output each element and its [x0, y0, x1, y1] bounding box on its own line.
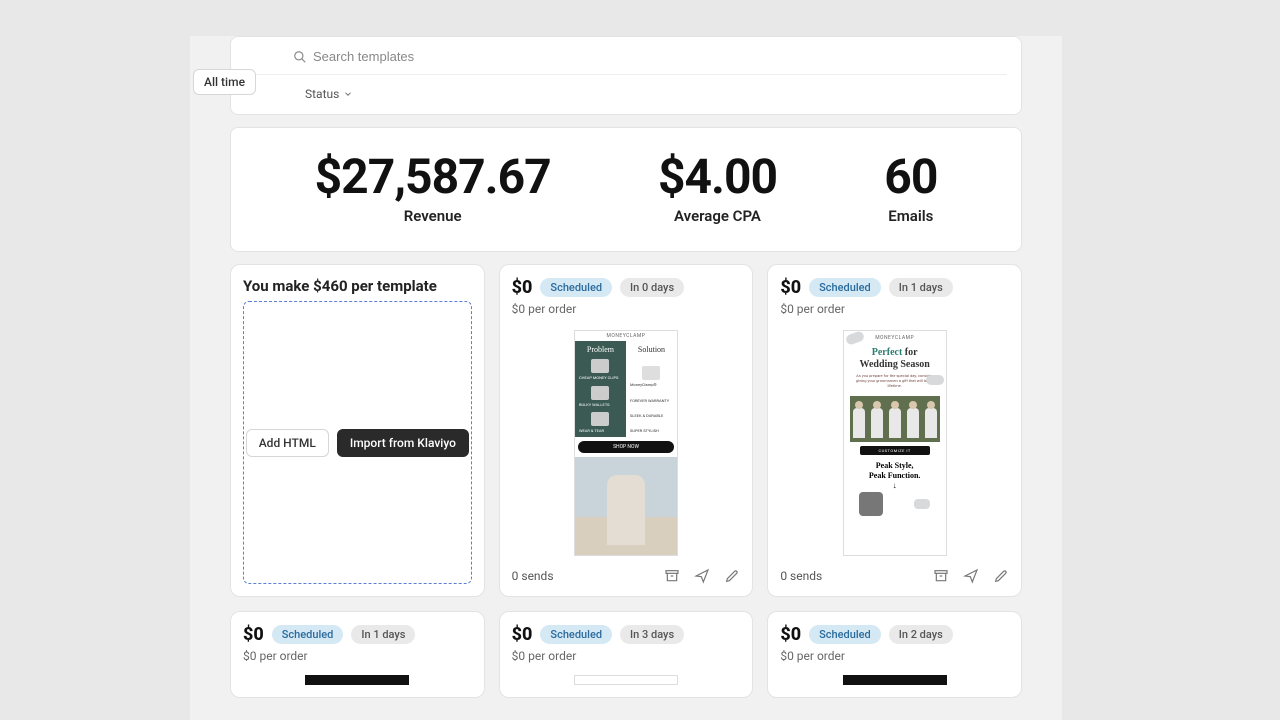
template-grid: You make $460 per template Add HTML Impo… — [230, 264, 1022, 698]
stat-label: Average CPA — [658, 207, 777, 225]
status-badge: Scheduled — [540, 278, 612, 297]
thumb-text: FOREVER WARRANTY — [630, 398, 669, 403]
chevron-down-icon — [343, 89, 353, 99]
create-title: You make $460 per template — [243, 277, 472, 295]
timing-badge: In 3 days — [620, 625, 684, 644]
top-filter-bar: All time Status — [230, 36, 1022, 115]
add-html-button[interactable]: Add HTML — [246, 429, 329, 457]
send-icon[interactable] — [694, 568, 710, 584]
card-amount: $0 — [780, 624, 801, 645]
template-card[interactable]: $0 Scheduled In 3 days $0 per order — [499, 611, 754, 698]
card-amount: $0 — [512, 624, 533, 645]
status-badge: Scheduled — [809, 625, 881, 644]
search-icon — [293, 50, 307, 64]
template-card[interactable]: $0 Scheduled In 1 days $0 per order MONE… — [767, 264, 1022, 597]
per-order: $0 per order — [243, 649, 472, 663]
card-amount: $0 — [512, 277, 533, 298]
edit-icon[interactable] — [724, 568, 740, 584]
sends-count: 0 sends — [512, 569, 554, 583]
template-card[interactable]: $0 Scheduled In 2 days $0 per order — [767, 611, 1022, 698]
thumb-title: Perfect for Wedding Season — [852, 347, 938, 371]
stat-revenue: $27,587.67 Revenue — [315, 148, 551, 225]
card-header: $0 Scheduled In 3 days — [512, 624, 741, 645]
down-arrow-icon: ↓ — [844, 481, 946, 490]
stat-cpa: $4.00 Average CPA — [658, 148, 777, 225]
timing-badge: In 1 days — [889, 278, 953, 297]
status-badge: Scheduled — [272, 625, 344, 644]
status-filter-label: Status — [305, 87, 339, 101]
card-amount: $0 — [243, 624, 264, 645]
thumb-text: BULKY WALLETS — [579, 402, 610, 407]
stat-emails: 60 Emails — [884, 148, 937, 225]
card-amount: $0 — [780, 277, 801, 298]
timeframe-pill[interactable]: All time — [193, 69, 256, 95]
email-thumbnail — [574, 675, 678, 685]
thumb-customize: CUSTOMIZE IT — [860, 446, 930, 455]
thumb-text: SLEEK & DURABLE — [630, 413, 663, 418]
email-thumbnail — [843, 675, 947, 685]
per-order: $0 per order — [780, 649, 1009, 663]
card-header: $0 Scheduled In 2 days — [780, 624, 1009, 645]
stat-value: $4.00 — [658, 148, 777, 205]
email-thumbnail: MONEYCLAMP Problem CHEAP MONEY CLIPS BUL… — [574, 330, 678, 556]
email-thumbnail: MONEYCLAMP Perfect for Wedding Season As… — [843, 330, 947, 556]
thumb-right-hdr: Solution — [630, 345, 673, 354]
thumb-peak2: Peak Function. — [869, 471, 921, 480]
thumb-brand: MONEYCLAMP — [575, 331, 677, 341]
edit-icon[interactable] — [993, 568, 1009, 584]
card-header: $0 Scheduled In 1 days — [780, 277, 1009, 298]
stat-label: Emails — [884, 207, 937, 225]
status-badge: Scheduled — [809, 278, 881, 297]
thumb-text: SUPER STYLISH — [630, 428, 659, 433]
thumb-title-teal: Perfect — [872, 347, 903, 358]
per-order: $0 per order — [512, 649, 741, 663]
template-card[interactable]: $0 Scheduled In 1 days $0 per order — [230, 611, 485, 698]
thumb-grooms — [850, 396, 940, 442]
status-badge: Scheduled — [540, 625, 612, 644]
timing-badge: In 2 days — [889, 625, 953, 644]
sends-count: 0 sends — [780, 569, 822, 583]
send-icon[interactable] — [963, 568, 979, 584]
stat-label: Revenue — [315, 207, 551, 225]
timing-badge: In 1 days — [351, 625, 415, 644]
import-klaviyo-button[interactable]: Import from Klaviyo — [337, 429, 469, 457]
status-filter[interactable]: Status — [305, 87, 353, 101]
template-card[interactable]: $0 Scheduled In 0 days $0 per order MONE… — [499, 264, 754, 597]
timing-badge: In 0 days — [620, 278, 684, 297]
thumb-peak1: Peak Style, — [876, 461, 914, 470]
card-header: $0 Scheduled In 0 days — [512, 277, 741, 298]
thumb-cta: SHOP NOW — [578, 441, 674, 453]
card-header: $0 Scheduled In 1 days — [243, 624, 472, 645]
create-dropzone[interactable]: Add HTML Import from Klaviyo — [243, 301, 472, 584]
thumb-peak: Peak Style,Peak Function. — [844, 461, 946, 481]
thumb-text: MoneyClamp® — [630, 382, 657, 387]
thumb-left-hdr: Problem — [579, 345, 622, 354]
stat-value: 60 — [884, 148, 937, 205]
search-input[interactable] — [313, 49, 1007, 64]
clip-graphic — [926, 375, 944, 385]
stats-panel: $27,587.67 Revenue $4.00 Average CPA 60 … — [230, 127, 1022, 252]
thumb-bottom — [844, 490, 946, 518]
create-template-card: You make $460 per template Add HTML Impo… — [230, 264, 485, 597]
thumb-text: WEAR & TEAR — [579, 428, 604, 433]
archive-icon[interactable] — [664, 568, 680, 584]
per-order: $0 per order — [780, 302, 1009, 316]
stat-value: $27,587.67 — [315, 148, 551, 205]
email-thumbnail — [305, 675, 409, 685]
thumb-text: CHEAP MONEY CLIPS — [579, 375, 618, 380]
per-order: $0 per order — [512, 302, 741, 316]
archive-icon[interactable] — [933, 568, 949, 584]
thumb-hero — [575, 457, 677, 556]
